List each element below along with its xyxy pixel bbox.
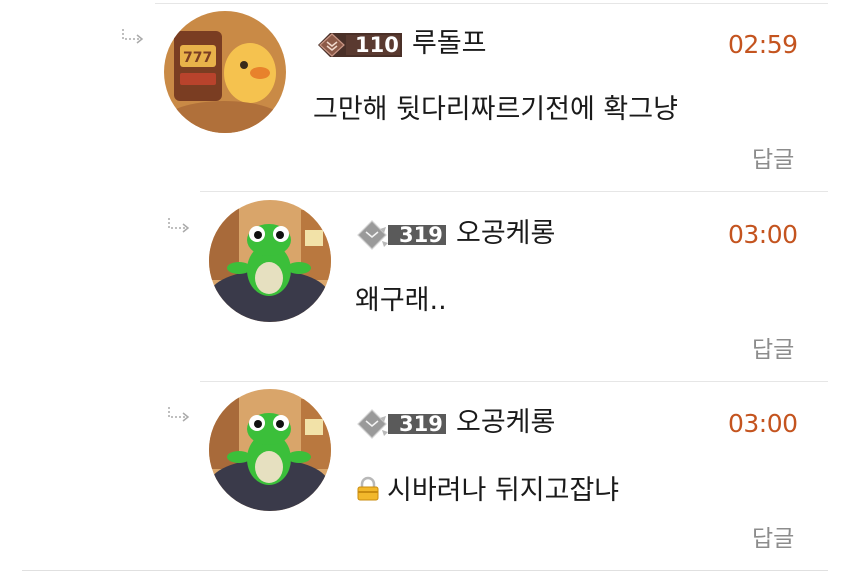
lock-icon	[357, 476, 379, 501]
comment-time: 03:00	[728, 220, 798, 249]
comment-body: 왜구래..	[355, 285, 447, 316]
divider	[22, 570, 828, 571]
reply-button[interactable]: 답글	[752, 524, 794, 554]
reply-arrow-icon	[168, 218, 190, 233]
comment-body-row: 시바려나 뒤지고잡냐	[355, 474, 619, 508]
frog-avatar-icon	[209, 200, 331, 322]
level-number: 319	[399, 412, 443, 436]
reply-arrow-icon	[122, 29, 144, 44]
level-number: 319	[399, 223, 443, 247]
comment-body: 시바려나 뒤지고잡냐	[387, 475, 620, 506]
duck-jackpot-avatar-icon: 777	[164, 11, 286, 133]
divider	[155, 3, 828, 4]
frog-avatar-icon	[209, 389, 331, 511]
nickname[interactable]: 오공케롱	[456, 407, 555, 439]
reply-arrow-icon	[168, 407, 190, 422]
avatar[interactable]	[209, 389, 331, 511]
comment-thread: 777 110 루돌프 02:59 그만해 뒷다리짜르기전에 확그냥 답글 31…	[0, 0, 850, 573]
comment-body: 그만해 뒷다리짜르기전에 확그냥	[313, 94, 678, 125]
avatar[interactable]: 777	[164, 11, 286, 133]
comment-time: 03:00	[728, 409, 798, 438]
divider	[200, 191, 828, 192]
level-number: 110	[355, 33, 399, 57]
divider	[200, 381, 828, 382]
reply-button[interactable]: 답글	[752, 145, 794, 175]
nickname[interactable]: 루돌프	[412, 28, 487, 60]
nickname[interactable]: 오공케롱	[456, 218, 555, 250]
comment-time: 02:59	[728, 30, 798, 59]
avatar[interactable]	[209, 200, 331, 322]
svg-text:777: 777	[183, 50, 212, 66]
reply-button[interactable]: 답글	[752, 335, 794, 365]
